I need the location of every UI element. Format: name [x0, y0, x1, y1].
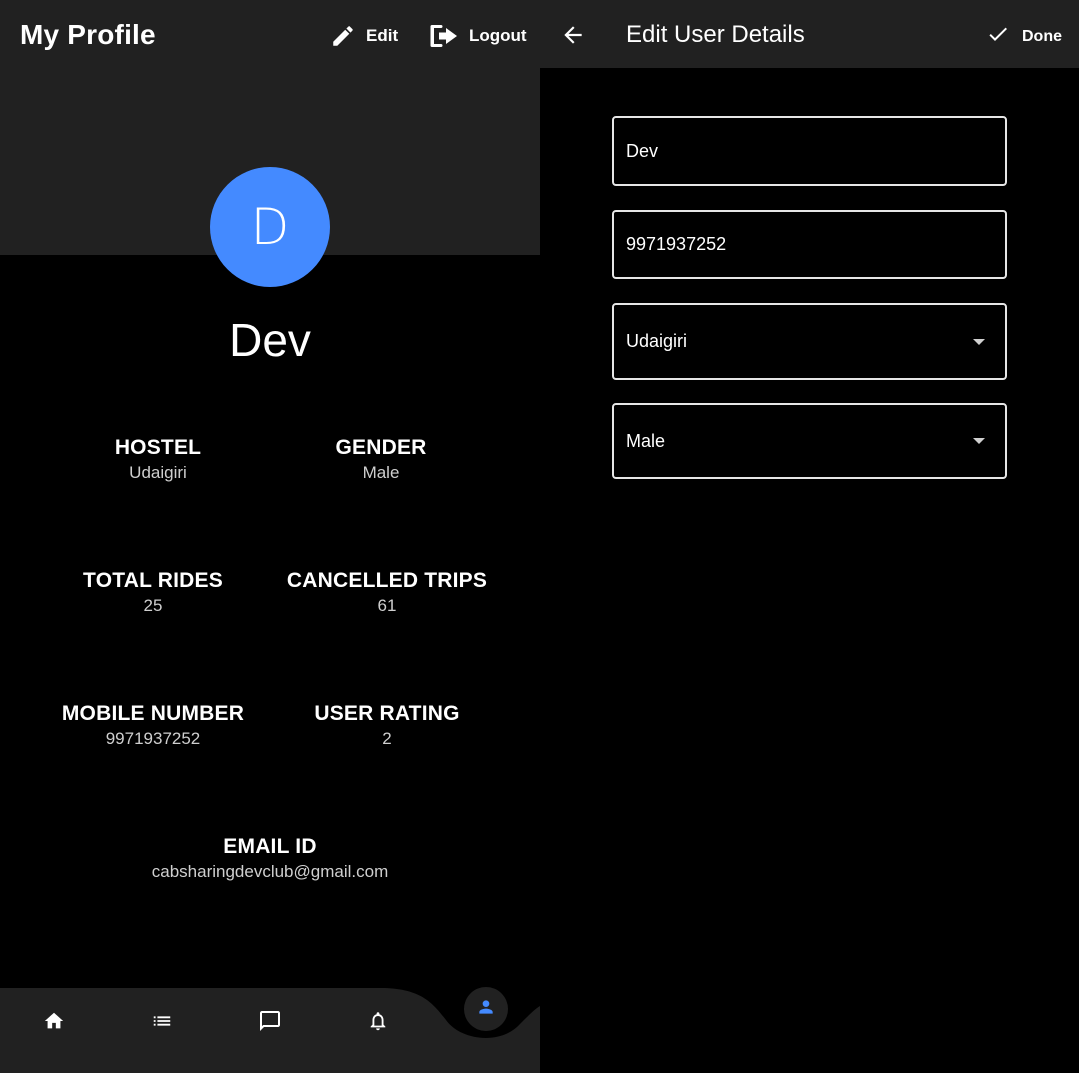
stat-value: cabsharingdevclub@gmail.com: [151, 862, 389, 881]
stat-value: 9971937252: [105, 729, 201, 748]
bell-icon[interactable]: [362, 1005, 394, 1037]
back-arrow-icon[interactable]: [560, 22, 586, 48]
stat-label: USER RATING: [314, 702, 460, 725]
stat-value: 25: [143, 596, 163, 615]
page-title: Edit User Details: [626, 21, 805, 48]
stat-mobile-number: MOBILE NUMBER 9971937252: [33, 702, 273, 749]
profile-name: Dev: [229, 314, 311, 366]
done-label: Done: [1022, 27, 1062, 45]
stat-label: TOTAL RIDES: [83, 569, 223, 592]
hostel-selected-value: Udaigiri: [626, 331, 688, 351]
phone-input[interactable]: [626, 234, 1005, 255]
page-title: My Profile: [20, 19, 156, 50]
logout-icon: [429, 23, 459, 49]
name-field[interactable]: [612, 116, 1007, 186]
stat-value: Male: [362, 463, 400, 482]
home-icon[interactable]: [38, 1005, 70, 1037]
stat-cancelled-trips: CANCELLED TRIPS 61: [267, 569, 507, 616]
stat-label: EMAIL ID: [223, 835, 317, 858]
profile-app-bar: My Profile Edit Logout: [0, 0, 540, 70]
hostel-dropdown[interactable]: Udaigiri: [612, 303, 1007, 380]
avatar-letter: D: [250, 198, 290, 256]
stat-label: HOSTEL: [114, 436, 202, 459]
logout-label: Logout: [469, 26, 527, 45]
edit-details-screen: Edit User Details Done Udaigiri Male: [540, 0, 1079, 1073]
phone-field[interactable]: [612, 210, 1007, 279]
gender-dropdown[interactable]: Male: [612, 403, 1007, 479]
stat-value: Udaigiri: [129, 463, 187, 482]
bottom-navigation-bar: [0, 980, 540, 1073]
avatar: D: [210, 167, 330, 287]
edit-app-bar: Edit User Details Done: [540, 0, 1079, 68]
pencil-icon: [330, 23, 356, 49]
stat-label: GENDER: [335, 436, 427, 459]
edit-button[interactable]: Edit: [330, 22, 398, 50]
edit-label: Edit: [366, 26, 399, 45]
dropdown-arrow-icon: [973, 338, 985, 345]
logout-button[interactable]: Logout: [429, 22, 527, 50]
stat-email-id: EMAIL ID cabsharingdevclub@gmail.com: [70, 835, 470, 882]
stat-label: CANCELLED TRIPS: [286, 569, 488, 592]
stat-label: MOBILE NUMBER: [61, 702, 245, 725]
stat-hostel: HOSTEL Udaigiri: [38, 436, 278, 483]
stat-value: 61: [377, 596, 397, 615]
profile-screen: My Profile Edit Logout D Dev HOSTEL Udai…: [0, 0, 540, 1073]
dropdown-arrow-icon: [973, 438, 985, 444]
chat-icon[interactable]: [254, 1005, 286, 1037]
done-button[interactable]: Done: [986, 22, 1062, 51]
name-input[interactable]: [626, 140, 1005, 162]
stat-value: 2: [382, 729, 392, 748]
list-icon[interactable]: [146, 1005, 178, 1037]
gender-selected-value: Male: [626, 430, 666, 451]
profile-nav-button[interactable]: [464, 987, 508, 1031]
check-icon: [986, 22, 1010, 51]
stat-user-rating: USER RATING 2: [267, 702, 507, 749]
stat-gender: GENDER Male: [261, 436, 501, 483]
person-icon: [476, 997, 496, 1022]
stat-total-rides: TOTAL RIDES 25: [33, 569, 273, 616]
